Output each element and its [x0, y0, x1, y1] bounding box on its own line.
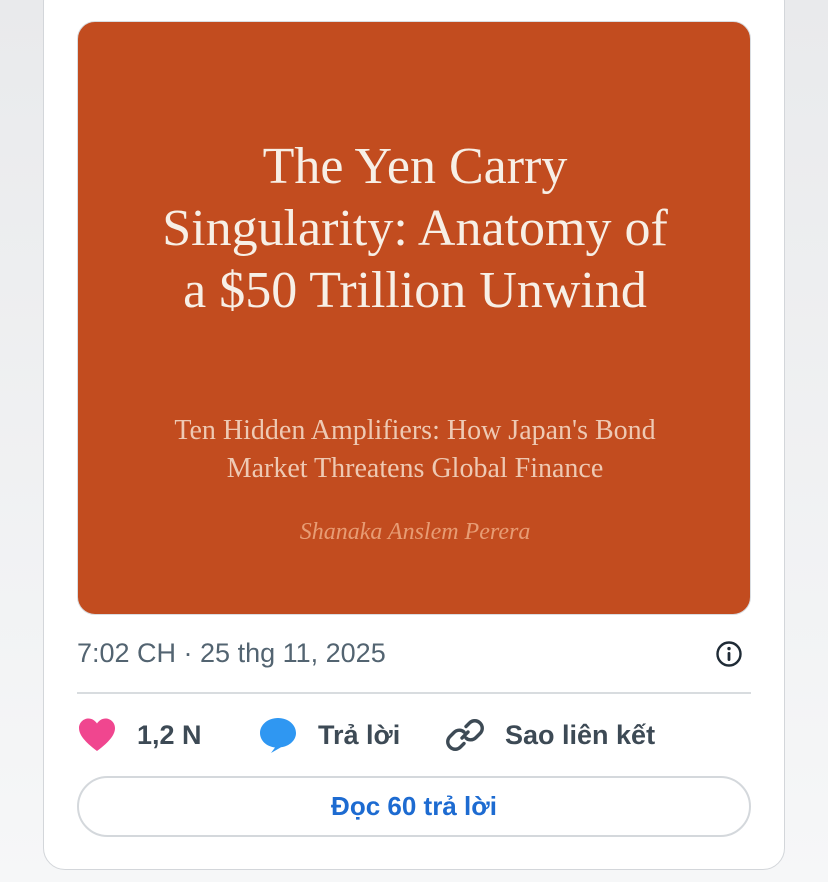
reply-label: Trả lời	[318, 719, 401, 750]
cover-author: Shanaka Anslem Perera	[299, 519, 531, 545]
cover-title: The Yen Carry Singularity: Anatomy of a …	[162, 138, 668, 319]
info-icon[interactable]	[715, 640, 743, 668]
link-icon	[445, 715, 485, 755]
like-button[interactable]: 1,2 N	[77, 712, 202, 758]
copy-link-label: Sao liên kết	[505, 719, 656, 750]
post-timestamp[interactable]: 7:02 CH · 25 thg 11, 2025	[77, 637, 386, 669]
post-media-image[interactable]: The Yen Carry Singularity: Anatomy of a …	[77, 21, 751, 615]
reply-button[interactable]: Trả lời	[258, 712, 400, 758]
read-replies-button[interactable]: Đọc 60 trả lời	[77, 776, 751, 837]
divider	[77, 692, 751, 694]
copy-link-button[interactable]: Sao liên kết	[445, 712, 655, 758]
heart-icon	[77, 715, 117, 755]
cover-subtitle: Ten Hidden Amplifiers: How Japan's Bond …	[174, 415, 656, 484]
speech-bubble-icon	[258, 715, 298, 755]
like-count: 1,2 N	[137, 719, 202, 750]
